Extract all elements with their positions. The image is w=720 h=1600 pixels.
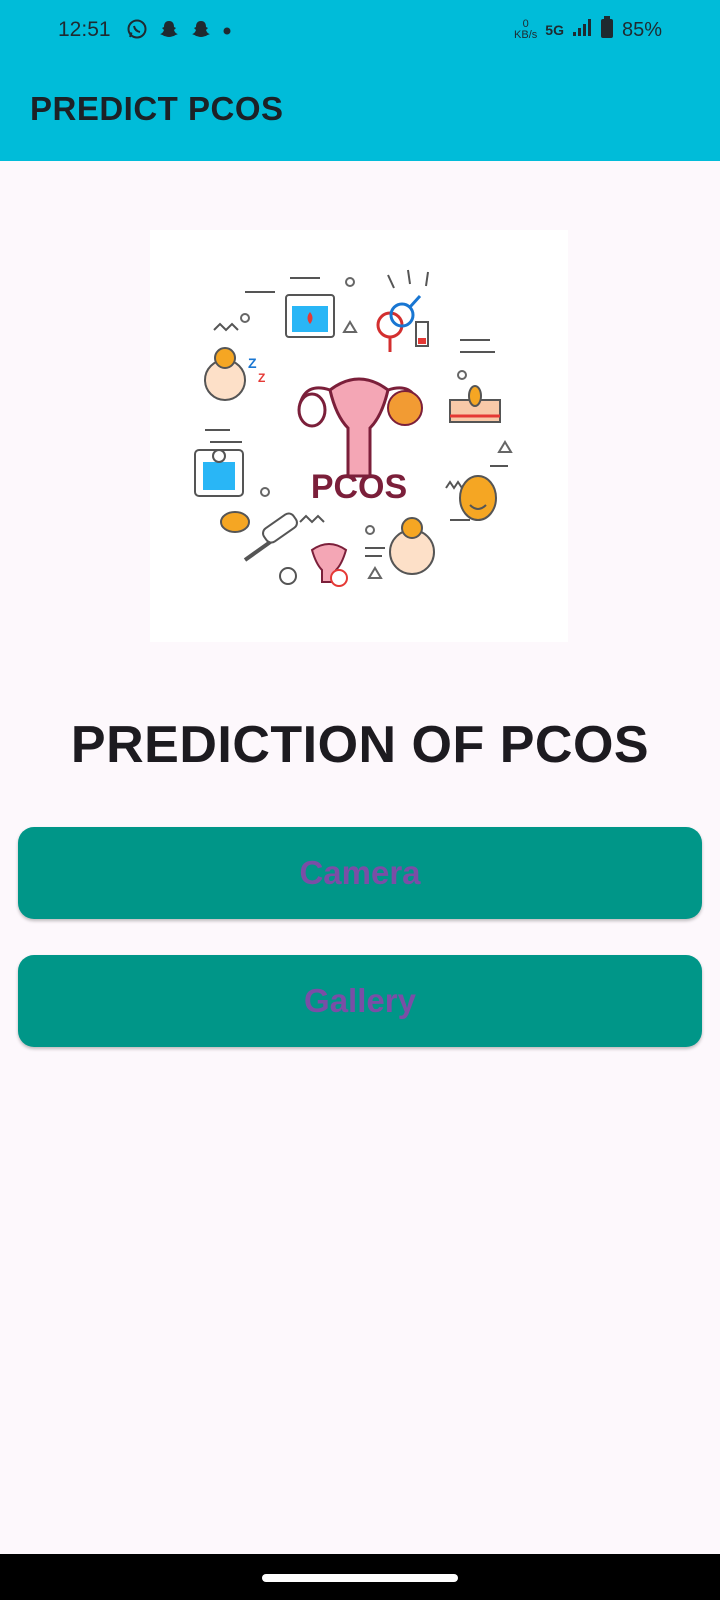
status-time: 12:51 bbox=[58, 18, 111, 41]
whatsapp-icon bbox=[126, 18, 148, 45]
system-icons: 0 KB/s 5G 85% bbox=[514, 16, 662, 44]
battery-level: 85% bbox=[621, 18, 662, 41]
navigation-bar bbox=[0, 1554, 720, 1600]
page-heading: PREDICTION OF PCOS bbox=[70, 716, 650, 774]
battery-icon bbox=[600, 16, 614, 44]
pcos-illustration: Z Z PCOS bbox=[150, 230, 568, 642]
home-gesture-handle[interactable] bbox=[262, 1574, 458, 1582]
gallery-button[interactable]: Gallery bbox=[18, 955, 702, 1047]
signal-icon bbox=[572, 17, 592, 43]
app-title: PREDICT PCOS bbox=[30, 90, 284, 127]
svg-text:Z: Z bbox=[258, 371, 265, 385]
gallery-button-label: Gallery bbox=[304, 982, 416, 1019]
svg-text:Z: Z bbox=[248, 355, 257, 371]
app-bar: PREDICT PCOS bbox=[0, 62, 720, 161]
snapchat-icon bbox=[158, 18, 180, 45]
notification-icons bbox=[126, 18, 232, 45]
snapchat-icon bbox=[190, 18, 212, 45]
network-type: 5G bbox=[545, 22, 564, 38]
camera-button[interactable]: Camera bbox=[18, 827, 702, 919]
dot-icon bbox=[222, 23, 232, 41]
illustration-label: PCOS bbox=[311, 468, 407, 506]
camera-button-label: Camera bbox=[299, 854, 421, 891]
net-speed: 0 KB/s bbox=[514, 18, 538, 41]
status-bar: 12:51 0 KB/s 5G 85% bbox=[0, 0, 720, 62]
